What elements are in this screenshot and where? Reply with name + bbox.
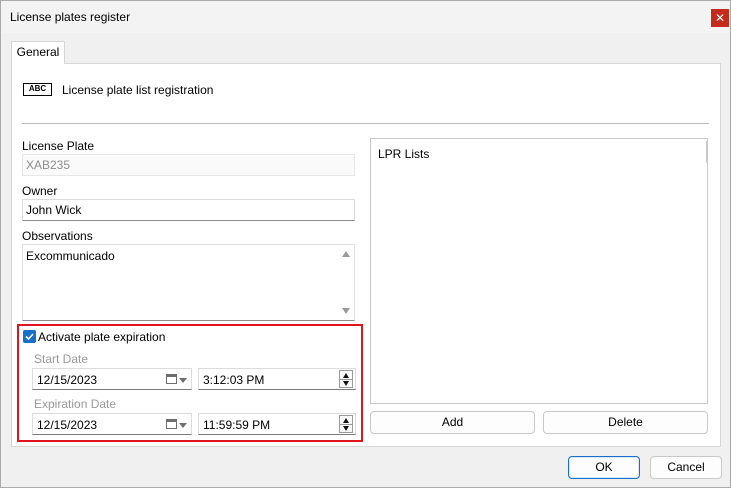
add-button[interactable]: Add	[370, 411, 535, 434]
activate-expiration-checkbox[interactable]	[23, 330, 36, 343]
delete-button[interactable]: Delete	[543, 411, 708, 434]
start-time-value: 3:12:03 PM	[203, 373, 265, 387]
lpr-lists-column-header[interactable]: LPR Lists	[378, 147, 429, 161]
activate-expiration-label[interactable]: Activate plate expiration	[38, 330, 165, 344]
close-button[interactable]: ✕	[711, 9, 729, 27]
calendar-icon[interactable]	[166, 419, 177, 429]
expiration-date-picker[interactable]: 12/15/2023	[32, 413, 192, 435]
expiration-date-label: Expiration Date	[34, 397, 117, 411]
window-title: License plates register	[10, 10, 131, 24]
section-header: License plate list registration	[62, 83, 214, 97]
column-divider[interactable]	[706, 141, 707, 163]
observations-label: Observations	[22, 229, 93, 243]
start-time-picker[interactable]: 3:12:03 PM	[198, 368, 356, 390]
titlebar[interactable]: License plates register ✕	[1, 1, 730, 33]
license-plate-label: License Plate	[22, 139, 95, 153]
tab-general[interactable]: General	[11, 41, 65, 64]
checkmark-icon	[25, 333, 34, 341]
observations-field[interactable]: Excommunicado	[22, 244, 355, 321]
expiration-time-value: 11:59:59 PM	[203, 418, 271, 432]
owner-field[interactable]: John Wick	[22, 199, 355, 221]
cancel-button[interactable]: Cancel	[650, 456, 722, 479]
spinner-divider	[340, 379, 352, 380]
start-date-value: 12/15/2023	[37, 373, 98, 387]
license-plate-field[interactable]: XAB235	[22, 154, 355, 176]
observations-scrollbar[interactable]	[339, 245, 354, 320]
scroll-down-icon[interactable]	[342, 308, 350, 314]
start-date-picker[interactable]: 12/15/2023	[32, 368, 192, 390]
owner-label: Owner	[22, 184, 58, 198]
lpr-lists-listview[interactable]: LPR Lists	[370, 138, 708, 404]
observations-text: Excommunicado	[26, 249, 115, 263]
start-date-label: Start Date	[34, 352, 89, 366]
close-icon: ✕	[714, 11, 726, 25]
license-plate-icon: ABC	[23, 83, 52, 96]
spin-up-icon[interactable]	[343, 418, 349, 423]
spin-down-icon[interactable]	[343, 381, 349, 386]
ok-button[interactable]: OK	[568, 456, 640, 479]
start-time-spinner[interactable]	[339, 370, 353, 388]
spin-up-icon[interactable]	[343, 373, 349, 378]
chevron-down-icon[interactable]	[179, 423, 187, 428]
separator	[22, 123, 709, 124]
expiration-time-picker[interactable]: 11:59:59 PM	[198, 413, 356, 435]
expiration-time-spinner[interactable]	[339, 415, 353, 433]
scroll-up-icon[interactable]	[342, 251, 350, 257]
dialog-window: License plates register ✕ General ABC Li…	[0, 0, 731, 488]
chevron-down-icon[interactable]	[179, 378, 187, 383]
spin-down-icon[interactable]	[343, 426, 349, 431]
spinner-divider	[340, 424, 352, 425]
expiration-date-value: 12/15/2023	[37, 418, 98, 432]
calendar-icon[interactable]	[166, 374, 177, 384]
